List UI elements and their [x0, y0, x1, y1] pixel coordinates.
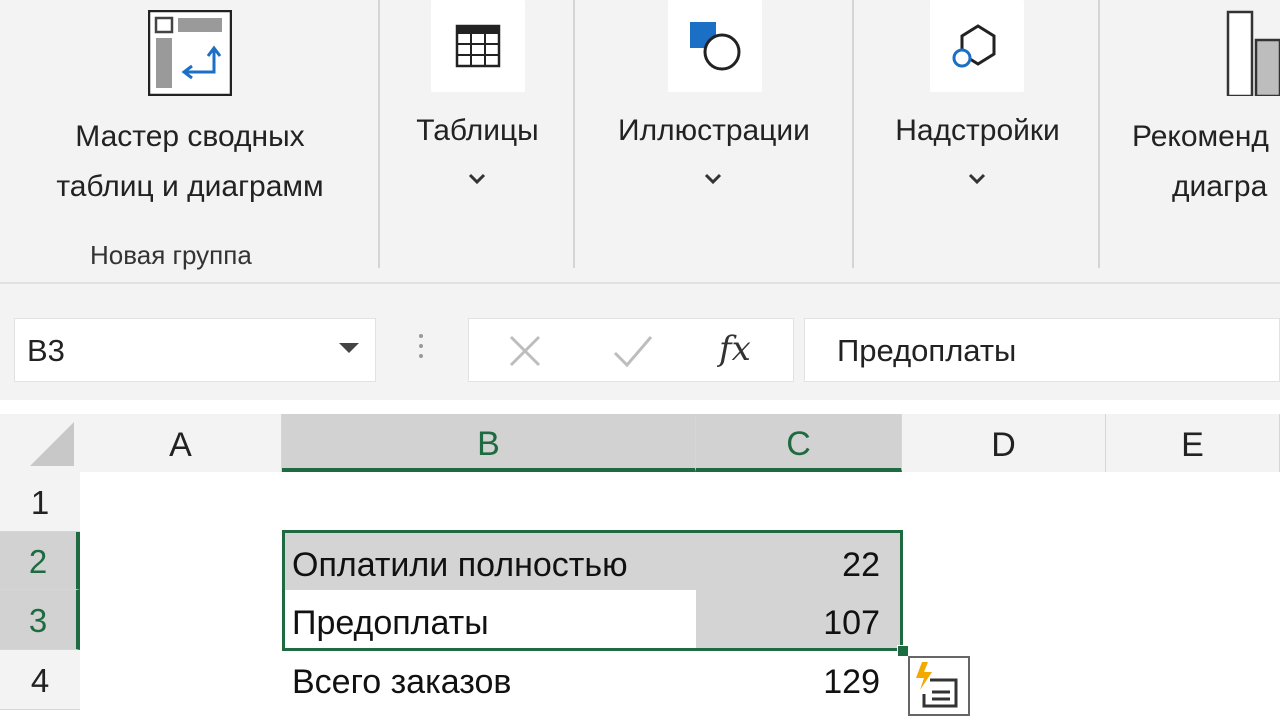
ribbon-separator — [573, 0, 575, 268]
column-header-d[interactable]: D — [902, 414, 1106, 472]
chevron-down-icon — [968, 173, 986, 185]
ribbon: Мастер сводных таблиц и диаграмм Новая г… — [0, 0, 1280, 282]
column-header-e[interactable]: E — [1106, 414, 1280, 472]
tables-button[interactable]: Таблицы — [395, 0, 560, 210]
addins-button[interactable]: Надстройки — [870, 0, 1085, 210]
column-header-c[interactable]: C — [696, 414, 902, 472]
recommended-charts-icon — [1224, 10, 1280, 98]
cell-b2[interactable]: Оплатили полностью — [282, 532, 696, 590]
recommended-charts-button[interactable]: Рекоменд диагра — [1120, 0, 1280, 215]
pivot-wizard-label-1: Мастер сводных — [75, 120, 305, 153]
group-label-new-group: Новая группа — [90, 240, 252, 270]
illustrations-button[interactable]: Иллюстрации — [595, 0, 833, 210]
cell-c2[interactable]: 22 — [696, 532, 902, 590]
worksheet-grid: A B C D E 1 2 3 4 Оплатили полностью 22 … — [0, 400, 1280, 720]
addins-label: Надстройки — [895, 114, 1060, 147]
quick-analysis-icon — [916, 662, 958, 708]
formula-input[interactable]: Предоплаты — [804, 318, 1280, 382]
illustrations-label: Иллюстрации — [618, 114, 810, 147]
recommended-charts-label-2: диагра — [1172, 170, 1268, 203]
column-header-a[interactable]: A — [80, 414, 282, 472]
ribbon-separator — [852, 0, 854, 268]
shapes-icon — [668, 0, 762, 92]
formula-buttons: fx — [468, 318, 794, 382]
name-box-value: B3 — [27, 333, 65, 368]
formula-bar-grip-icon[interactable] — [418, 334, 424, 368]
cell-c3[interactable]: 107 — [696, 590, 902, 650]
row-header-1[interactable]: 1 — [0, 472, 80, 532]
ribbon-separator — [378, 0, 380, 268]
name-box-dropdown-icon[interactable] — [339, 343, 359, 353]
cancel-icon[interactable] — [505, 333, 545, 369]
ribbon-separator — [1098, 0, 1100, 268]
ribbon-divider — [0, 282, 1280, 284]
pivot-wizard-icon — [147, 9, 233, 97]
cell-c4[interactable]: 129 — [696, 650, 902, 710]
select-all-triangle-icon — [30, 422, 74, 466]
cell-b4[interactable]: Всего заказов — [282, 650, 696, 710]
addins-icon — [930, 0, 1024, 92]
row-header-4[interactable]: 4 — [0, 650, 80, 710]
pivot-wizard-button[interactable]: Мастер сводных таблиц и диаграмм — [20, 0, 360, 215]
insert-function-icon[interactable]: fx — [719, 329, 751, 369]
chevron-down-icon — [468, 173, 486, 185]
column-header-b[interactable]: B — [282, 414, 696, 472]
cell-b3[interactable]: Предоплаты — [282, 590, 696, 650]
confirm-icon[interactable] — [611, 333, 655, 369]
select-all-button[interactable] — [0, 414, 80, 472]
tables-label: Таблицы — [416, 114, 539, 147]
row-header-3[interactable]: 3 — [0, 590, 80, 650]
row-header-2[interactable]: 2 — [0, 532, 80, 590]
table-icon — [431, 0, 525, 92]
recommended-charts-label-1: Рекоменд — [1132, 120, 1269, 153]
formula-input-value: Предоплаты — [837, 333, 1017, 368]
quick-analysis-button[interactable] — [908, 656, 970, 716]
pivot-wizard-label-2: таблиц и диаграмм — [56, 170, 324, 203]
chevron-down-icon — [704, 173, 722, 185]
name-box[interactable]: B3 — [14, 318, 376, 382]
formula-bar: B3 fx Предоплаты — [0, 300, 1280, 400]
